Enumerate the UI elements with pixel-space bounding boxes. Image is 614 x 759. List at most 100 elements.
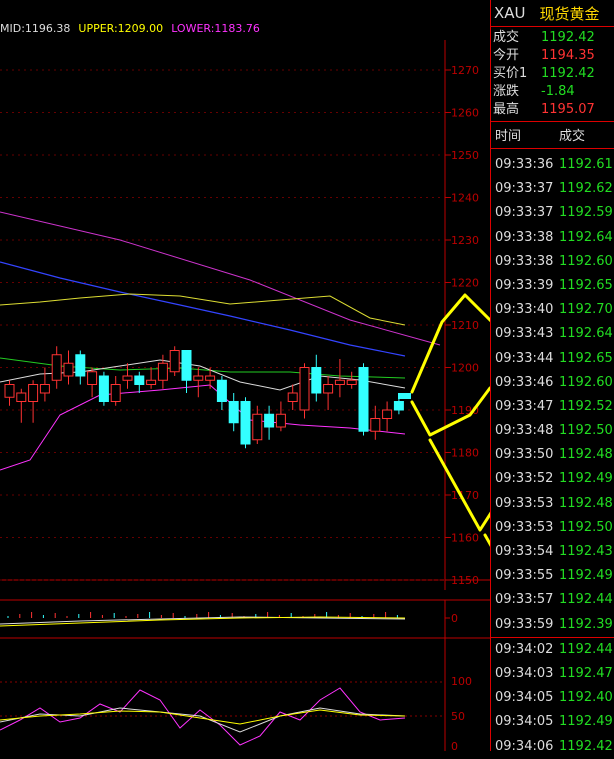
candle-body — [264, 413, 275, 428]
candle-body-current — [398, 393, 411, 399]
candle-body — [311, 367, 322, 394]
trade-price: 1192.44 — [559, 641, 613, 657]
kline-chart[interactable]: MID:1196.38 UPPER:1209.00 LOWER:1183.76 12… — [0, 0, 490, 751]
trade-row[interactable]: 09:34:06 1192.42 — [491, 735, 614, 759]
trade-row[interactable]: 09:33:52 1192.49 — [491, 467, 614, 491]
candle-body — [169, 350, 180, 373]
trade-row[interactable]: 09:33:54 1192.43 — [491, 540, 614, 564]
trade-row[interactable]: 09:33:50 1192.48 — [491, 443, 614, 467]
candle-body — [393, 401, 404, 411]
quote-label: 最高 — [493, 102, 520, 117]
trade-time: 09:33:59 — [495, 616, 554, 632]
trade-time: 09:33:40 — [495, 302, 554, 318]
quote-value: 1192.42 — [541, 66, 595, 81]
trade-row[interactable]: 09:33:59 1192.39 — [491, 613, 614, 637]
trade-price: 1192.65 — [559, 277, 613, 293]
macd-line-white — [0, 616, 406, 625]
trade-row[interactable]: 09:33:57 1192.44 — [491, 588, 614, 612]
price-grid — [0, 69, 445, 581]
candle-body — [216, 379, 227, 402]
trade-row[interactable]: 09:33:53 1192.50 — [491, 516, 614, 540]
trade-row[interactable]: 09:33:37 1192.59 — [491, 201, 614, 225]
trade-list[interactable]: 09:33:36 1192.61 09:33:37 1192.62 09:33:37 11… — [491, 149, 614, 759]
trade-time: 09:33:37 — [495, 181, 554, 197]
trade-row[interactable]: 09:33:53 1192.48 — [491, 492, 614, 516]
trade-time: 09:33:38 — [495, 229, 554, 245]
candle-body — [323, 384, 334, 394]
quote-label: 涨跌 — [493, 84, 520, 99]
quote-summary: 成交 1192.42 今开 1194.35 买价1 1192.42 涨跌 -1.84 最高 119… — [491, 27, 614, 122]
trade-row[interactable]: 09:33:55 1192.49 — [491, 564, 614, 588]
quote-row: 涨跌 -1.84 — [493, 83, 614, 101]
candle-body — [146, 379, 157, 385]
trade-time: 09:33:52 — [495, 471, 554, 487]
trade-row[interactable]: 09:33:43 1192.64 — [491, 322, 614, 346]
trade-row[interactable]: 09:33:40 1192.70 — [491, 298, 614, 322]
quote-row: 成交 1192.42 — [493, 29, 614, 47]
price-tick-label: 1150 — [451, 574, 479, 587]
boll-lower-line — [0, 384, 406, 471]
price-tick-label: 1230 — [451, 234, 479, 247]
trade-time: 09:33:57 — [495, 592, 554, 608]
osc-panel: 100 50 0 — [0, 675, 472, 751]
trade-price: 1192.39 — [559, 616, 613, 632]
trade-time: 09:33:48 — [495, 423, 554, 439]
trade-price: 1192.70 — [559, 302, 613, 318]
trade-row[interactable]: 09:33:47 1192.52 — [491, 395, 614, 419]
osc-axis-100: 100 — [451, 675, 472, 688]
trade-price: 1192.50 — [559, 423, 613, 439]
price-tick-label: 1220 — [451, 277, 479, 290]
trade-row[interactable]: 09:33:48 1192.50 — [491, 419, 614, 443]
trade-price: 1192.49 — [559, 568, 613, 584]
candle-body — [346, 379, 357, 385]
trade-price: 1192.48 — [559, 495, 613, 511]
price-ticks: 1270126012501240123012201210120011901180… — [445, 64, 479, 587]
trade-time: 09:34:03 — [495, 665, 554, 681]
trade-row[interactable]: 09:34:03 1192.47 — [491, 662, 614, 686]
candles — [4, 346, 411, 449]
candle-body — [63, 362, 74, 377]
candle-body — [157, 362, 168, 381]
candle-body — [75, 354, 86, 377]
macd-axis-0: 0 — [451, 612, 458, 625]
price-tick-label: 1260 — [451, 107, 479, 120]
candle-body — [181, 350, 192, 381]
trade-row[interactable]: 09:33:46 1192.60 — [491, 371, 614, 395]
price-tick-label: 1200 — [451, 362, 479, 375]
quote-label: 成交 — [493, 30, 520, 45]
quote-value: 1195.07 — [541, 102, 595, 117]
trade-time: 09:33:53 — [495, 495, 554, 511]
trade-price: 1192.62 — [559, 181, 613, 197]
trade-price: 1192.64 — [559, 229, 613, 245]
trade-price: 1192.49 — [559, 471, 613, 487]
trade-time: 09:34:05 — [495, 714, 554, 730]
candle-body — [287, 392, 298, 402]
quote-value: 1194.35 — [541, 48, 595, 63]
price-tick-label: 1180 — [451, 447, 479, 460]
trade-price: 1192.61 — [559, 157, 613, 172]
trade-time: 09:33:55 — [495, 568, 554, 584]
trade-row[interactable]: 09:33:39 1192.65 — [491, 274, 614, 298]
trade-row[interactable]: 09:33:37 1192.62 — [491, 177, 614, 201]
candle-body — [240, 401, 251, 445]
trade-time: 09:33:37 — [495, 205, 554, 221]
trade-price: 1192.60 — [559, 374, 613, 390]
trade-time: 09:33:46 — [495, 374, 554, 390]
price-tick-label: 1270 — [451, 64, 479, 77]
trade-row[interactable]: 09:33:44 1192.65 — [491, 347, 614, 371]
trade-row[interactable]: 09:33:38 1192.60 — [491, 250, 614, 274]
quote-row: 今开 1194.35 — [493, 47, 614, 65]
chart-canvas[interactable]: 1270126012501240123012201210120011901180… — [0, 0, 490, 751]
trade-row[interactable]: 09:34:02 1192.44 — [491, 636, 614, 662]
trade-price: 1192.47 — [559, 665, 613, 681]
price-tick-label: 1240 — [451, 192, 479, 205]
trade-row[interactable]: 09:34:05 1192.49 — [491, 710, 614, 734]
trade-row[interactable]: 09:33:36 1192.61 — [491, 153, 614, 177]
quote-row: 买价1 1192.42 — [493, 65, 614, 83]
candle-body — [4, 384, 15, 398]
trade-row[interactable]: 09:33:38 1192.64 — [491, 226, 614, 250]
candle-body — [275, 413, 286, 428]
trade-row[interactable]: 09:34:05 1192.40 — [491, 686, 614, 710]
trade-time: 09:33:50 — [495, 447, 554, 463]
price-tick-label: 1250 — [451, 149, 479, 162]
